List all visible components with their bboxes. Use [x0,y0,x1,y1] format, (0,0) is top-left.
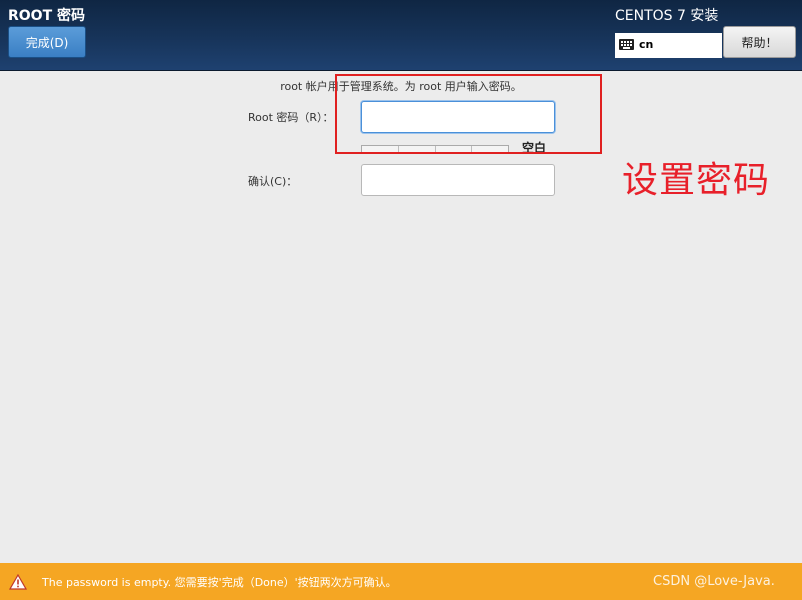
warning-footer-bar: The password is empty. 您需要按'完成（Done）'按钮两… [0,563,802,600]
annotation-text: 设置密码 [622,160,771,201]
root-password-label: Root 密码（R）： [248,111,334,124]
warning-message: The password is empty. 您需要按'完成（Done）'按钮两… [42,576,397,589]
header-divider [0,70,802,71]
annotation-highlight-box [335,74,602,154]
help-button[interactable]: 帮助！ [723,26,796,58]
keyboard-layout-label: cn [639,38,654,51]
warning-icon [9,574,27,590]
done-button[interactable]: 完成(D) [8,26,86,58]
keyboard-icon [619,39,634,50]
install-title: CENTOS 7 安装 [615,8,719,24]
watermark: CSDN @Love-Java. [653,574,775,589]
confirm-password-input[interactable] [361,164,555,196]
confirm-password-label: 确认(C)： [248,175,298,188]
page-title: ROOT 密码 [8,8,86,24]
keyboard-layout-indicator[interactable]: cn [615,33,722,58]
